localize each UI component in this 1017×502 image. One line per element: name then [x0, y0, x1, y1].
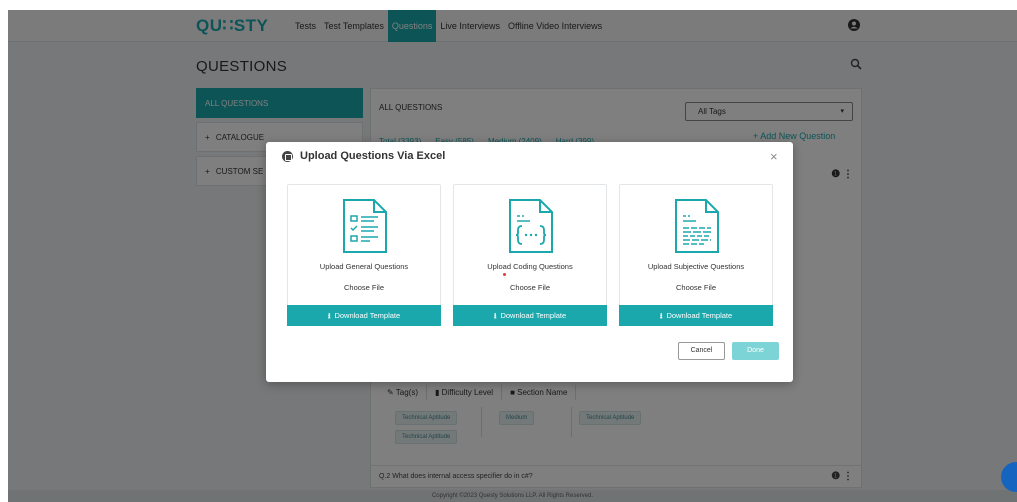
- general-questions-doc-icon: [343, 199, 387, 253]
- card-label: Upload General Questions: [319, 262, 409, 271]
- upload-icon: [282, 151, 293, 162]
- coding-questions-doc-icon: [509, 199, 553, 253]
- download-icon: ⭳: [659, 311, 663, 320]
- download-template-button[interactable]: ⭳ Download Template: [619, 305, 773, 326]
- upload-coding-card: Upload Coding Questions Choose File ⭳ Dow…: [453, 184, 607, 326]
- choose-file-link[interactable]: Choose File: [454, 283, 606, 292]
- upload-subjective-card: Upload Subjective Questions Choose File …: [619, 184, 773, 326]
- download-template-button[interactable]: ⭳ Download Template: [453, 305, 607, 326]
- cancel-button[interactable]: Cancel: [678, 342, 725, 360]
- card-label: Upload Subjective Questions: [647, 262, 745, 271]
- download-label: Download Template: [334, 311, 401, 320]
- download-label: Download Template: [500, 311, 567, 320]
- download-icon: ⭳: [327, 311, 331, 320]
- choose-file-link[interactable]: Choose File: [620, 283, 772, 292]
- subjective-questions-doc-icon: [675, 199, 719, 253]
- upload-questions-modal: Upload Questions Via Excel × Upload Gene…: [266, 142, 793, 382]
- choose-file-link[interactable]: Choose File: [288, 283, 440, 292]
- upload-general-card: Upload General Questions Choose File ⭳ Do…: [287, 184, 441, 326]
- close-icon[interactable]: ×: [770, 149, 778, 164]
- top-strip: [0, 0, 1017, 10]
- modal-title: Upload Questions Via Excel: [300, 150, 446, 162]
- card-label: Upload Coding Questions: [487, 262, 573, 271]
- download-template-button[interactable]: ⭳ Download Template: [287, 305, 441, 326]
- done-button[interactable]: Done: [732, 342, 779, 360]
- download-label: Download Template: [666, 311, 733, 320]
- required-dot: [503, 273, 506, 276]
- download-icon: ⭳: [493, 311, 497, 320]
